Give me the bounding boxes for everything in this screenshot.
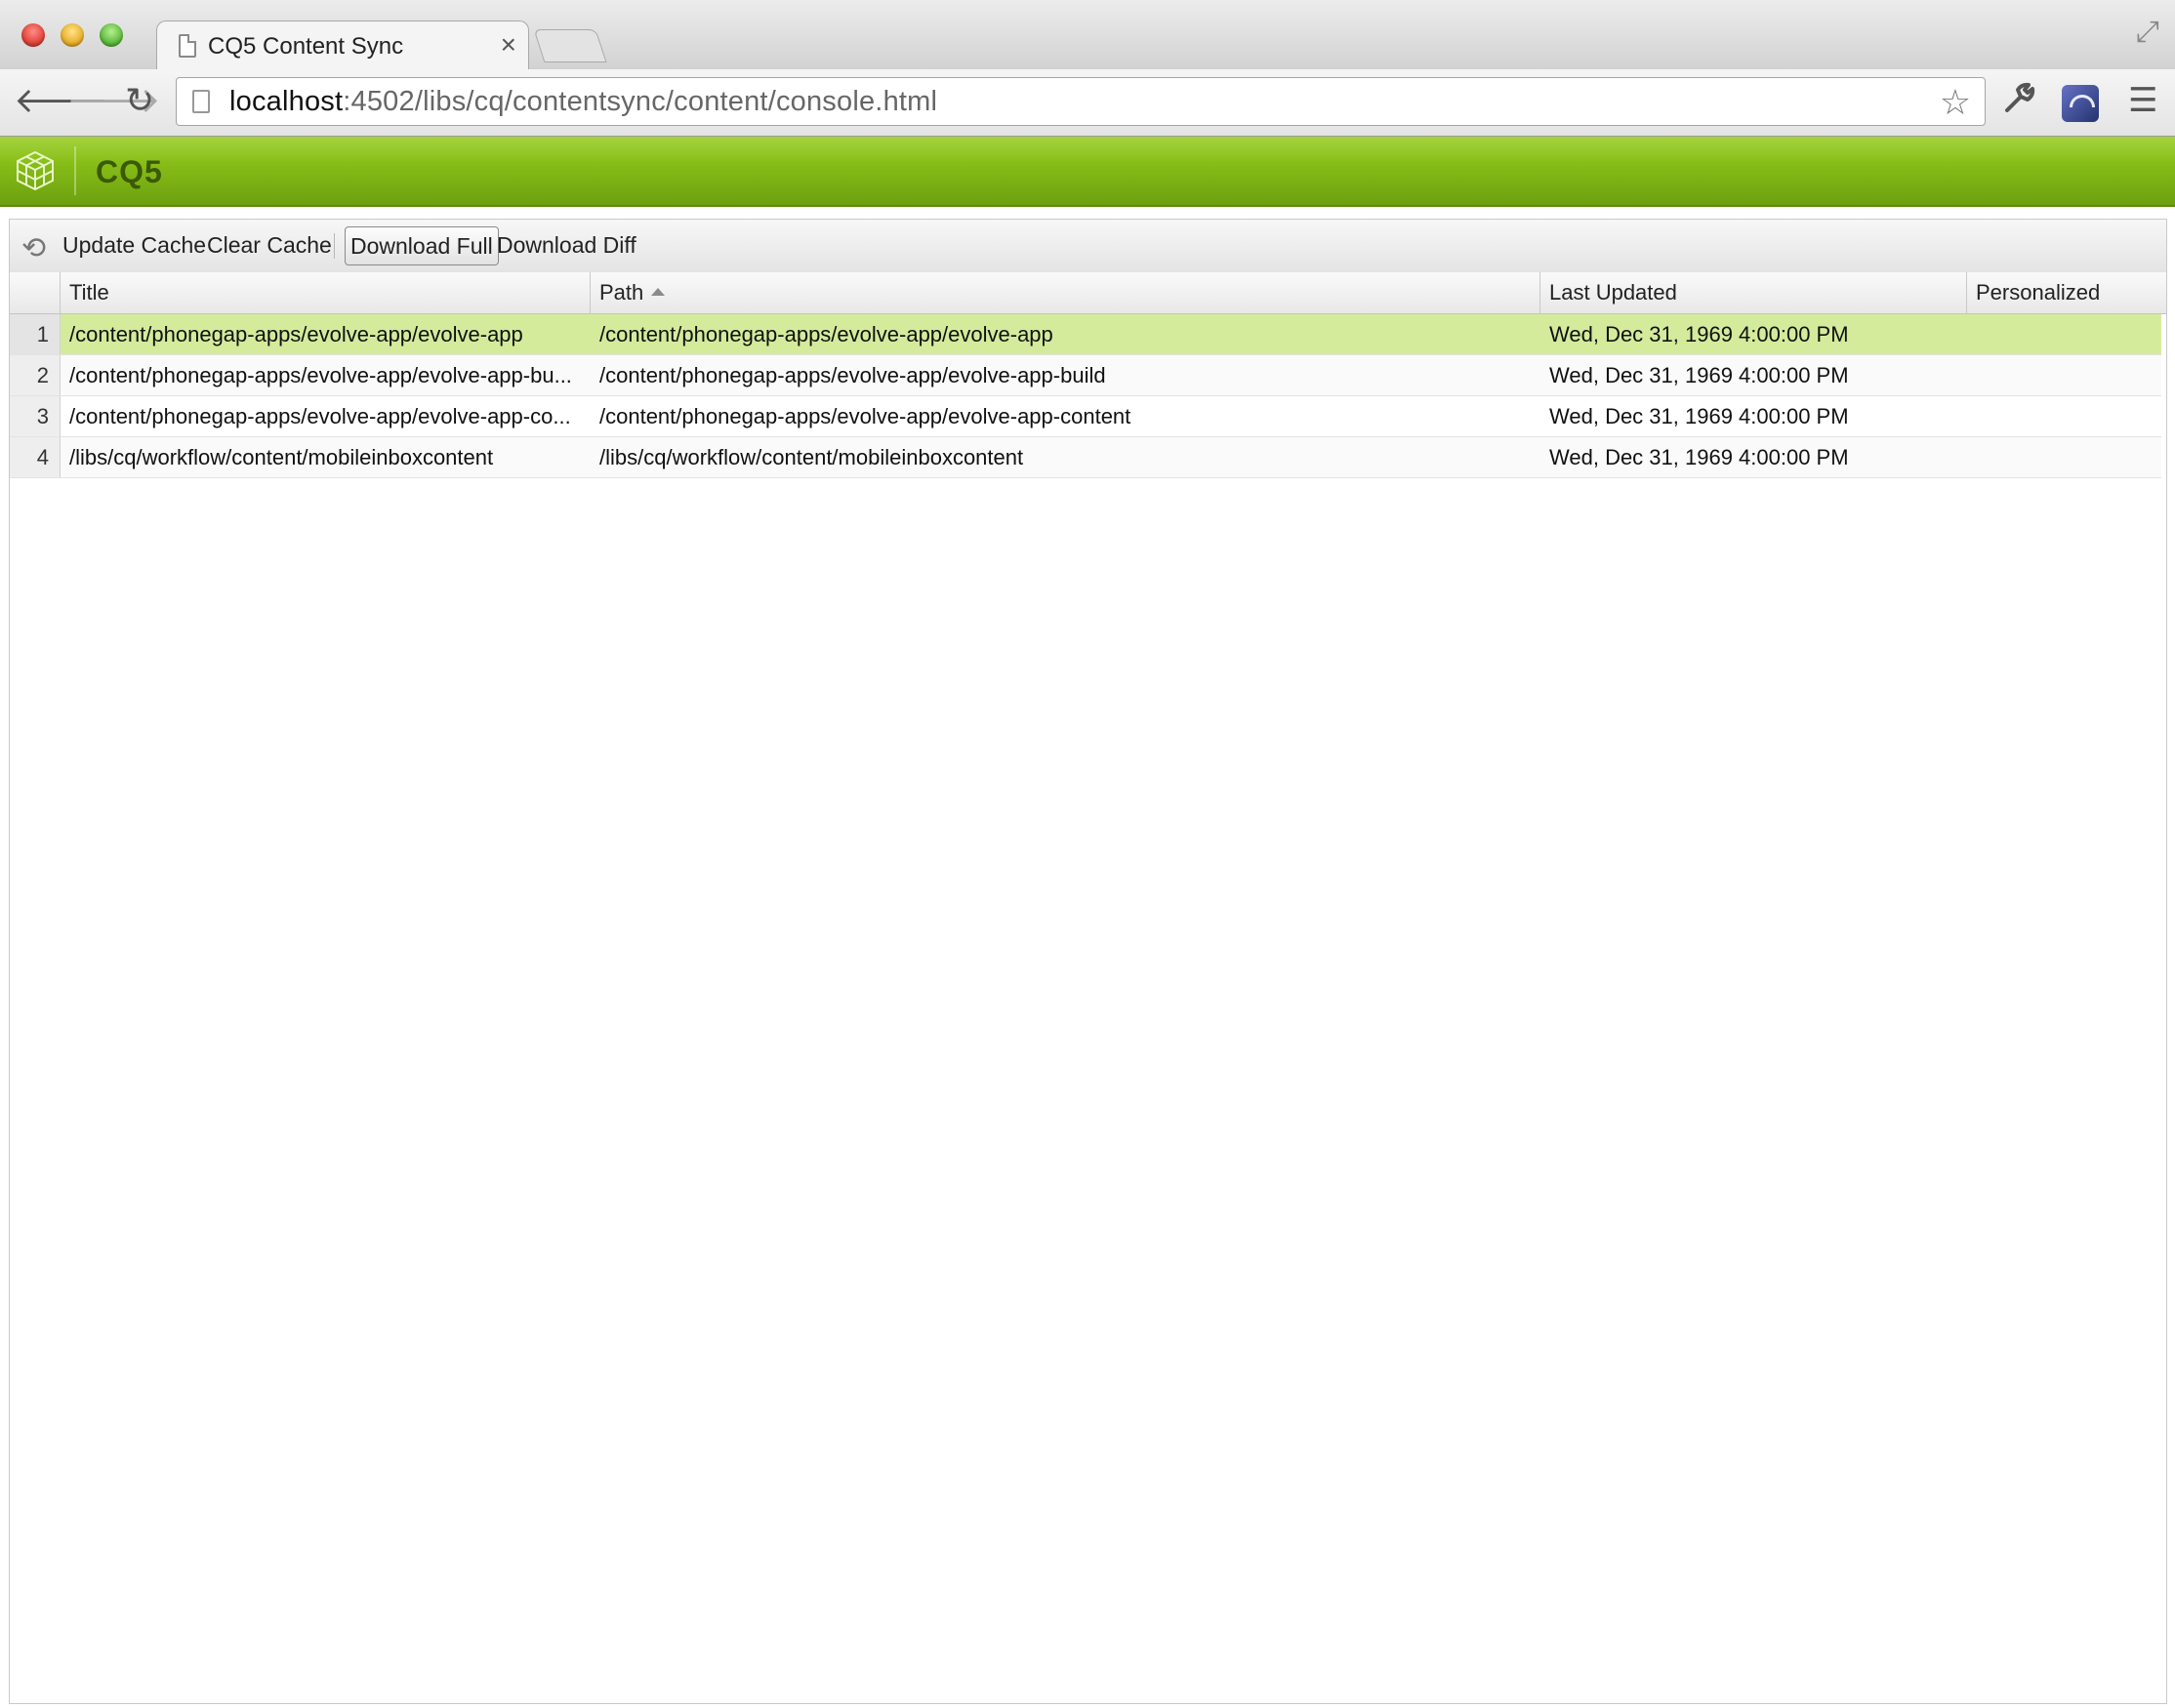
- row-path: /libs/cq/workflow/content/mobileinboxcon…: [599, 445, 1024, 469]
- download-diff-button[interactable]: Download Diff: [497, 232, 636, 259]
- column-header-personalized-label: Personalized: [1976, 280, 2101, 305]
- row-number: 2: [10, 355, 61, 395]
- url-host: localhost: [229, 86, 344, 117]
- toolbar-separator: [334, 233, 335, 259]
- refresh-icon[interactable]: ⟲: [21, 231, 46, 265]
- column-header-last-updated[interactable]: Last Updated: [1540, 272, 1967, 313]
- row-title: /content/phonegap-apps/evolve-app/evolve…: [69, 363, 572, 387]
- page-icon: [192, 90, 210, 113]
- new-tab-button[interactable]: [533, 29, 607, 62]
- sort-ascending-icon: [651, 288, 666, 297]
- row-personalized: [1967, 437, 2161, 477]
- bookmark-star-icon[interactable]: ☆: [1940, 82, 1971, 123]
- reload-icon[interactable]: ↻: [125, 81, 154, 120]
- table-row[interactable]: 4 /libs/cq/workflow/content/mobileinboxc…: [10, 437, 2161, 478]
- app-header: CQ5: [0, 137, 2175, 207]
- app-title: CQ5: [96, 154, 163, 189]
- update-cache-button[interactable]: Update Cache: [62, 232, 206, 259]
- row-path: /content/phonegap-apps/evolve-app/evolve…: [599, 322, 1053, 346]
- zoom-window-button[interactable]: [100, 23, 123, 47]
- column-header-last-updated-label: Last Updated: [1549, 280, 1677, 305]
- column-header-row-number: [10, 272, 61, 313]
- column-header-path-label: Path: [599, 280, 644, 305]
- url-path: :4502/libs/cq/contentsync/content/consol…: [343, 86, 938, 117]
- row-title: /libs/cq/workflow/content/mobileinboxcon…: [69, 445, 494, 469]
- wrench-icon[interactable]: [2003, 81, 2036, 123]
- table-row[interactable]: 3 /content/phonegap-apps/evolve-app/evol…: [10, 396, 2161, 437]
- column-header-personalized[interactable]: Personalized: [1967, 272, 2168, 313]
- minimize-window-button[interactable]: [61, 23, 84, 47]
- row-path: /content/phonegap-apps/evolve-app/evolve…: [599, 404, 1131, 428]
- row-title: /content/phonegap-apps/evolve-app/evolve…: [69, 322, 523, 346]
- row-number: 1: [10, 314, 61, 354]
- console-toolbar: ⟲ Update Cache Clear Cache Download Full…: [10, 220, 2166, 273]
- speedtracer-icon[interactable]: [2062, 85, 2099, 122]
- download-full-button[interactable]: Download Full: [345, 226, 499, 265]
- url-text[interactable]: localhost:4502/libs/cq/contentsync/conte…: [229, 86, 937, 118]
- row-personalized: [1967, 396, 2161, 436]
- row-personalized: [1967, 355, 2161, 395]
- row-personalized: [1967, 314, 2161, 354]
- tab-title: CQ5 Content Sync: [208, 33, 404, 60]
- browser-toolbar: 🡐 🡒 ↻ localhost:4502/libs/cq/contentsync…: [0, 69, 2175, 137]
- row-last-updated: Wed, Dec 31, 1969 4:00:00 PM: [1549, 363, 1849, 387]
- clear-cache-button[interactable]: Clear Cache: [207, 232, 332, 259]
- close-tab-icon[interactable]: ×: [501, 29, 516, 61]
- address-bar[interactable]: localhost:4502/libs/cq/contentsync/conte…: [176, 77, 1986, 126]
- row-last-updated: Wed, Dec 31, 1969 4:00:00 PM: [1549, 404, 1849, 428]
- window-titlebar: CQ5 Content Sync × ⤢: [0, 0, 2175, 72]
- cq-logo-icon: [17, 150, 54, 191]
- column-header-title-label: Title: [69, 280, 109, 305]
- fullscreen-icon[interactable]: ⤢: [2136, 16, 2159, 49]
- page-icon: [179, 34, 196, 58]
- content-sync-console: ⟲ Update Cache Clear Cache Download Full…: [9, 219, 2167, 1704]
- row-number: 4: [10, 437, 61, 477]
- row-title: /content/phonegap-apps/evolve-app/evolve…: [69, 404, 571, 428]
- column-header-path[interactable]: Path: [591, 272, 1540, 313]
- row-last-updated: Wed, Dec 31, 1969 4:00:00 PM: [1549, 322, 1849, 346]
- row-last-updated: Wed, Dec 31, 1969 4:00:00 PM: [1549, 445, 1849, 469]
- column-header-title[interactable]: Title: [61, 272, 591, 313]
- browser-tab[interactable]: CQ5 Content Sync ×: [156, 20, 529, 72]
- row-path: /content/phonegap-apps/evolve-app/evolve…: [599, 363, 1106, 387]
- header-divider: [74, 146, 76, 195]
- row-number: 3: [10, 396, 61, 436]
- table-row[interactable]: 2 /content/phonegap-apps/evolve-app/evol…: [10, 355, 2161, 396]
- close-window-button[interactable]: [21, 23, 45, 47]
- menu-icon[interactable]: ☰: [2128, 81, 2157, 120]
- table-row[interactable]: 1 /content/phonegap-apps/evolve-app/evol…: [10, 314, 2161, 355]
- grid-header: Title Path Last Updated Personalized: [10, 272, 2166, 314]
